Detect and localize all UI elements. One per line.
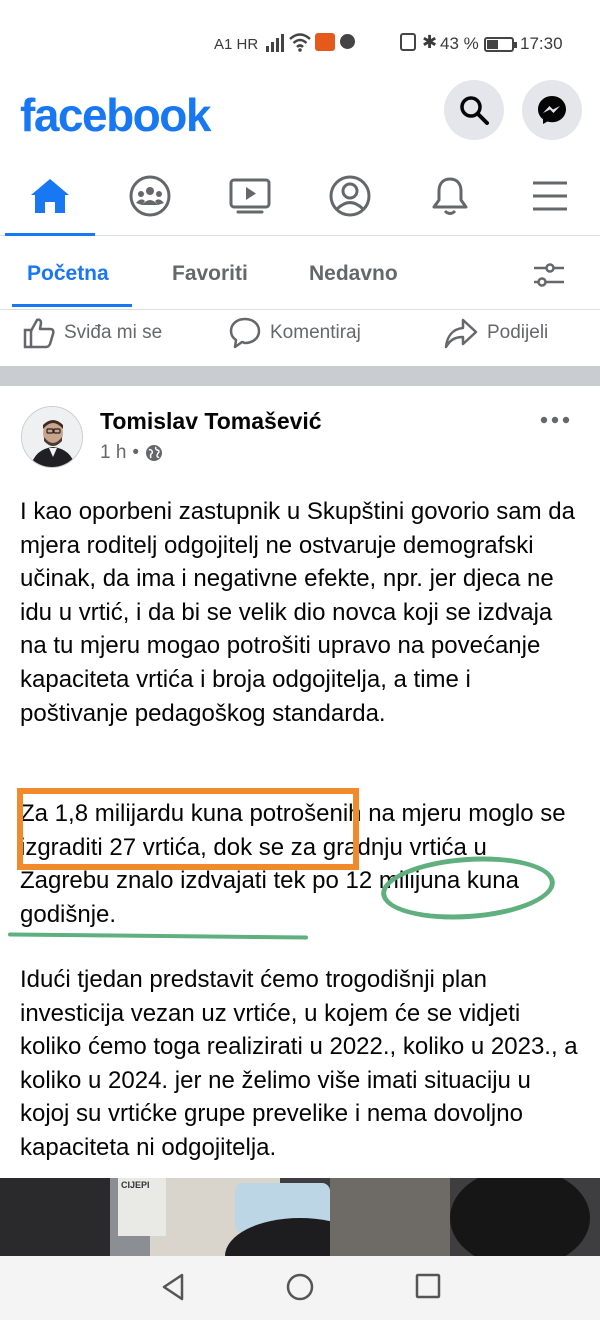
signal-icon bbox=[266, 34, 286, 57]
feed-separator bbox=[0, 366, 600, 386]
bluetooth-icon: ✱ bbox=[422, 32, 438, 52]
notification-app-icon bbox=[315, 33, 335, 51]
facebook-logo[interactable]: facebook bbox=[20, 88, 211, 142]
menu-icon bbox=[533, 181, 567, 211]
post-time[interactable]: 1 h bbox=[100, 442, 126, 464]
search-button[interactable] bbox=[444, 80, 504, 140]
wifi-icon bbox=[288, 32, 312, 57]
system-navigation-bar bbox=[0, 1256, 600, 1320]
clock: 17:30 bbox=[520, 34, 563, 53]
home-system-button[interactable] bbox=[285, 1272, 315, 1307]
comment-icon bbox=[229, 317, 261, 349]
top-navigation bbox=[0, 160, 600, 236]
tab-favoriti[interactable]: Favoriti bbox=[172, 262, 248, 286]
avatar[interactable] bbox=[21, 406, 83, 468]
post-paragraph-3: Idući tjedan predstavit ćemo trogodišnji… bbox=[20, 966, 578, 1161]
carrier-label: A1 HR bbox=[214, 36, 259, 53]
home-circle-icon bbox=[286, 1273, 314, 1301]
post-meta: 1 h • bbox=[100, 442, 163, 464]
nav-menu[interactable] bbox=[525, 174, 575, 218]
battery-icon bbox=[484, 37, 517, 52]
back-triangle-icon bbox=[162, 1273, 184, 1301]
status-bar: A1 HR ✱ 43 % 17:30 bbox=[0, 28, 600, 62]
nav-notifications[interactable] bbox=[425, 174, 475, 218]
back-button[interactable] bbox=[160, 1272, 186, 1307]
search-icon bbox=[460, 96, 489, 125]
globe-icon bbox=[146, 445, 163, 461]
tab-nedavno[interactable]: Nedavno bbox=[309, 262, 398, 286]
previous-post-actions: Sviđa mi se Komentiraj Podijeli bbox=[0, 310, 600, 366]
share-button[interactable]: Podijeli bbox=[443, 316, 548, 350]
nfc-icon bbox=[400, 33, 416, 51]
active-tab-indicator bbox=[12, 304, 132, 307]
share-label: Podijeli bbox=[487, 322, 549, 343]
filter-icon[interactable] bbox=[532, 262, 566, 293]
watch-icon bbox=[229, 178, 271, 214]
messenger-button[interactable] bbox=[522, 80, 582, 140]
comment-label: Komentiraj bbox=[270, 322, 361, 343]
bell-icon bbox=[432, 177, 468, 215]
recents-square-icon bbox=[415, 1273, 441, 1299]
post-paragraph-1: I kao oporbeni zastupnik u Skupštini gov… bbox=[20, 498, 575, 727]
post-author[interactable]: Tomislav Tomašević bbox=[100, 408, 322, 435]
more-options-icon[interactable] bbox=[540, 412, 570, 430]
profile-icon bbox=[329, 175, 371, 217]
home-icon bbox=[31, 179, 69, 213]
facebook-notification-icon bbox=[340, 34, 355, 49]
comment-button[interactable]: Komentiraj bbox=[228, 316, 361, 350]
nav-profile[interactable] bbox=[325, 174, 375, 218]
tab-pocetna[interactable]: Početna bbox=[27, 262, 109, 286]
like-label: Sviđa mi se bbox=[64, 322, 163, 343]
post-header: Tomislav Tomašević 1 h • bbox=[0, 386, 600, 486]
like-button[interactable]: Sviđa mi se bbox=[22, 316, 162, 350]
nav-watch[interactable] bbox=[225, 174, 275, 218]
groups-icon bbox=[129, 175, 171, 217]
feed-tabs: Početna Favoriti Nedavno bbox=[0, 236, 600, 310]
post-paragraph-2: Za 1,8 milijardu kuna potrošenih na mjer… bbox=[20, 800, 566, 928]
nav-home[interactable] bbox=[5, 174, 95, 236]
green-underline bbox=[7, 932, 309, 940]
nav-groups[interactable] bbox=[125, 174, 175, 218]
image-sign-text: CIJEPI bbox=[121, 1180, 150, 1190]
thumbs-up-icon bbox=[23, 318, 55, 349]
share-icon bbox=[444, 318, 478, 349]
battery-percent: 43 % bbox=[440, 34, 479, 53]
recents-button[interactable] bbox=[414, 1272, 442, 1305]
meta-separator: • bbox=[132, 442, 140, 463]
messenger-icon bbox=[538, 96, 566, 124]
post-image[interactable]: CIJEPI bbox=[0, 1178, 600, 1256]
